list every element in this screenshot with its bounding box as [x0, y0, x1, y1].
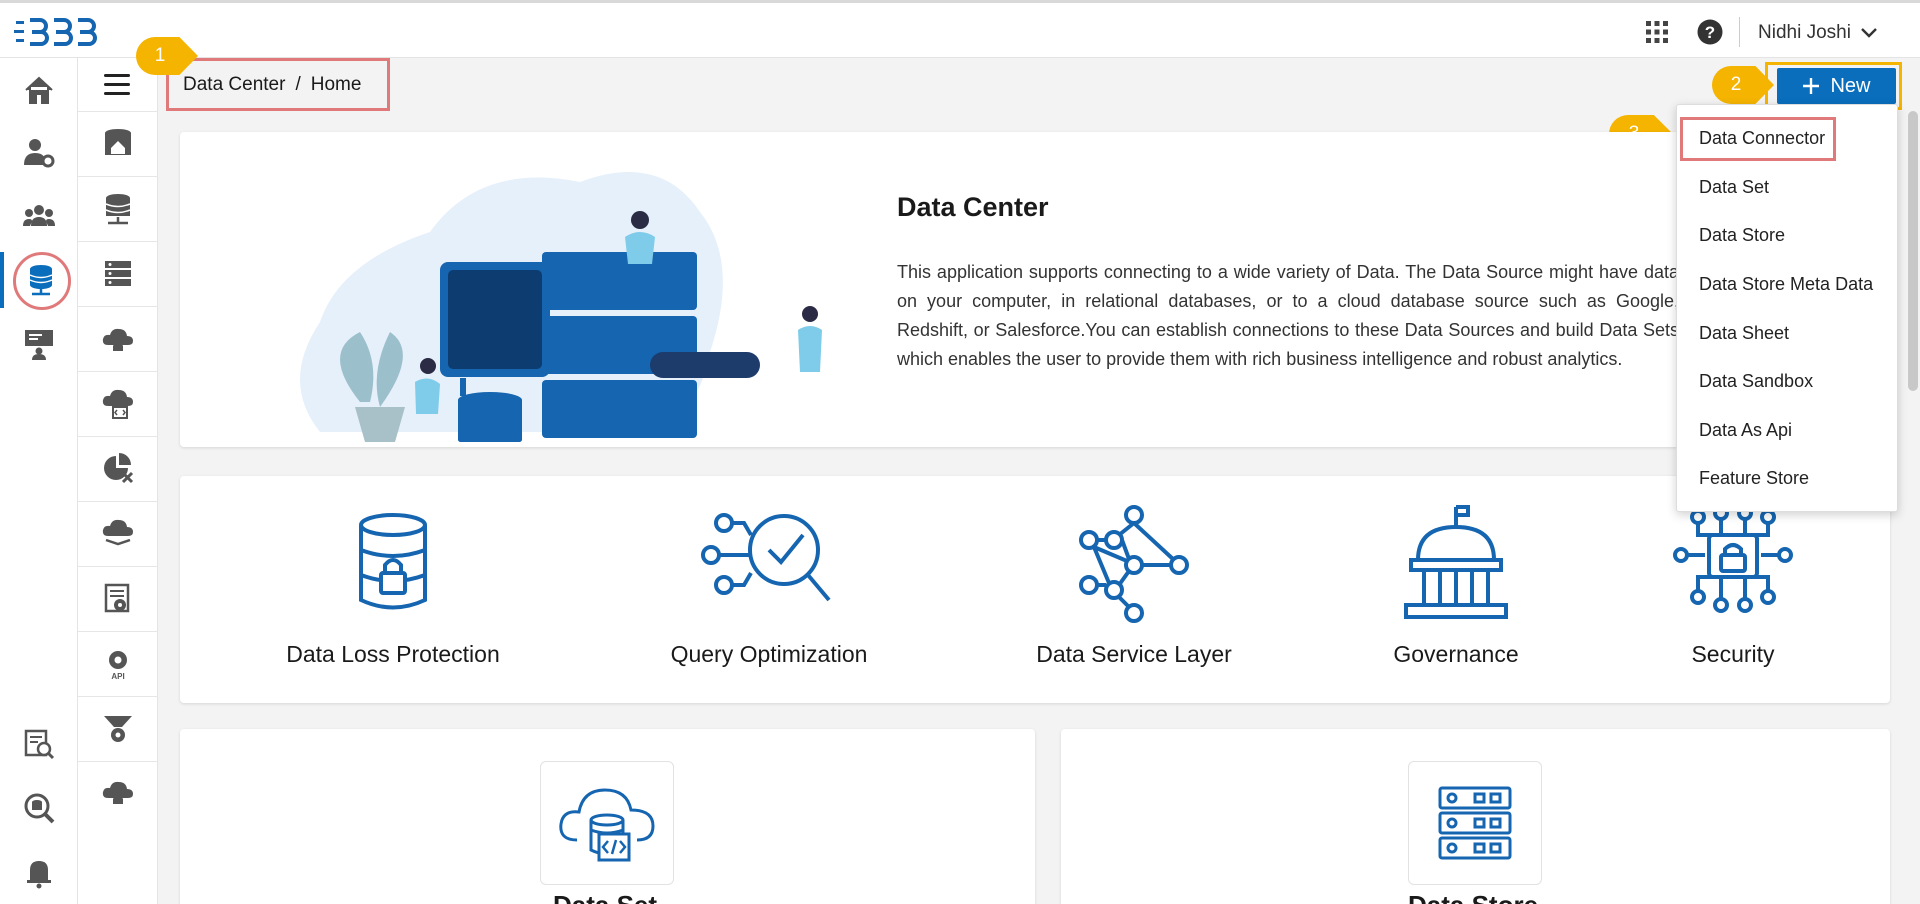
- hero-description: This application supports connecting to …: [897, 262, 1679, 369]
- data-center-subnav: API: [78, 58, 158, 904]
- chart-cross-icon: [104, 453, 134, 484]
- cloud-layers-icon: [102, 519, 133, 546]
- breadcrumb-data-center[interactable]: Data Center: [183, 74, 285, 96]
- nav-alerts[interactable]: [0, 844, 78, 900]
- feature-label: Query Optimization: [670, 641, 868, 667]
- subnav-data-store-meta[interactable]: [78, 566, 158, 631]
- subnav-data-store[interactable]: [78, 241, 158, 306]
- government-building-icon: [1404, 505, 1508, 619]
- network-nodes-icon: [1079, 505, 1189, 623]
- api-gear-icon: API: [109, 651, 127, 681]
- svg-text:?: ?: [1705, 23, 1715, 42]
- feature-data-service-layer: Data Service Layer: [984, 505, 1284, 668]
- document-search-icon: [24, 729, 55, 760]
- help-icon[interactable]: ?: [1697, 19, 1723, 45]
- data-store-tile[interactable]: [1408, 761, 1542, 885]
- cloud-code-icon: [102, 389, 133, 419]
- chevron-down-icon: [1861, 28, 1877, 38]
- cloud-database-icon: [102, 328, 133, 351]
- menu-item-data-store-meta-data[interactable]: Data Store Meta Data: [1677, 264, 1899, 304]
- breadcrumb-bar: [158, 58, 1920, 111]
- main-nav-rail: [0, 58, 78, 904]
- menu-item-data-sandbox[interactable]: Data Sandbox: [1677, 361, 1899, 401]
- menu-item-highlight: [1680, 117, 1836, 161]
- app-logo[interactable]: [14, 15, 110, 49]
- feature-label: Data Loss Protection: [286, 641, 500, 667]
- user-menu[interactable]: Nidhi Joshi: [1758, 22, 1877, 44]
- database-home-icon: [105, 129, 131, 155]
- breadcrumb-separator: /: [295, 73, 301, 95]
- subnav-data-connector[interactable]: [78, 176, 158, 241]
- nav-user-settings[interactable]: [0, 124, 78, 180]
- server-rack-icon: [1438, 786, 1512, 860]
- feature-data-loss-protection: Data Loss Protection: [243, 505, 543, 668]
- topbar-divider: [1739, 17, 1740, 47]
- apps-grid-icon[interactable]: [1645, 20, 1669, 44]
- subnav-home[interactable]: [78, 111, 158, 176]
- home-icon: [25, 76, 53, 104]
- user-gear-icon: [24, 139, 55, 168]
- menu-item-data-set[interactable]: Data Set: [1677, 167, 1899, 207]
- feature-security: Security: [1583, 505, 1883, 668]
- subnav-cloud-storage[interactable]: [78, 761, 158, 826]
- hero-title: Data Center: [897, 192, 1049, 222]
- top-bar: ? Nidhi Joshi: [0, 0, 1920, 58]
- nav-explore[interactable]: [0, 780, 78, 836]
- database-stack-icon: [105, 194, 131, 225]
- menu-item-data-store[interactable]: Data Store: [1677, 215, 1899, 255]
- hamburger-menu-icon[interactable]: [104, 74, 130, 96]
- server-stack-icon: [105, 261, 131, 286]
- database-search-icon: [24, 793, 55, 824]
- bell-icon: [27, 861, 51, 889]
- feature-label: Data Service Layer: [1036, 641, 1232, 667]
- new-dropdown-menu: Data Connector Data Set Data Store Data …: [1676, 104, 1898, 512]
- database-gear-icon: [104, 583, 130, 613]
- page-scrollbar[interactable]: [1908, 111, 1918, 391]
- subnav-data-sheet[interactable]: [78, 436, 158, 501]
- plus-icon: [1803, 78, 1820, 94]
- presentation-user-icon: [25, 330, 53, 360]
- data-center-illustration: [300, 172, 822, 442]
- circuit-lock-icon: [1673, 505, 1793, 613]
- funnel-gear-icon: [104, 716, 132, 742]
- svg-text:API: API: [111, 672, 124, 681]
- database-lock-icon: [359, 513, 427, 610]
- user-name: Nidhi Joshi: [1758, 22, 1851, 43]
- cloud-database-icon: [102, 781, 133, 804]
- subnav-data-set[interactable]: [78, 371, 158, 436]
- menu-item-feature-store[interactable]: Feature Store: [1677, 458, 1899, 498]
- feature-label: Security: [1691, 641, 1775, 667]
- nav-presentation[interactable]: [0, 316, 78, 372]
- subnav-cloud-database[interactable]: [78, 306, 158, 371]
- menu-item-data-as-api[interactable]: Data As Api: [1677, 410, 1899, 450]
- menu-item-data-sheet[interactable]: Data Sheet: [1677, 313, 1899, 353]
- cloud-database-code-icon: [559, 788, 655, 862]
- breadcrumb-home[interactable]: Home: [311, 74, 362, 96]
- nav-groups[interactable]: [0, 188, 78, 244]
- feature-query-optimization: Query Optimization: [619, 505, 919, 668]
- feature-governance: Governance: [1306, 505, 1606, 668]
- subnav-data-sandbox[interactable]: [78, 501, 158, 566]
- data-set-tile[interactable]: [540, 761, 674, 885]
- nav-home[interactable]: [0, 62, 78, 118]
- feature-label: Governance: [1393, 641, 1519, 667]
- nav-highlight-ring: [13, 252, 71, 310]
- new-button[interactable]: New: [1777, 68, 1896, 104]
- new-button-label: New: [1830, 74, 1871, 97]
- breadcrumb: Data Center / Home: [166, 58, 390, 111]
- nav-data-search[interactable]: [0, 716, 78, 772]
- subnav-data-as-api[interactable]: API: [78, 631, 158, 696]
- query-search-icon: [701, 513, 831, 602]
- data-store-title: Data Store: [1408, 890, 1538, 904]
- data-set-title: Data Set: [553, 890, 657, 904]
- subnav-feature-store[interactable]: [78, 696, 158, 761]
- users-group-icon: [23, 205, 55, 226]
